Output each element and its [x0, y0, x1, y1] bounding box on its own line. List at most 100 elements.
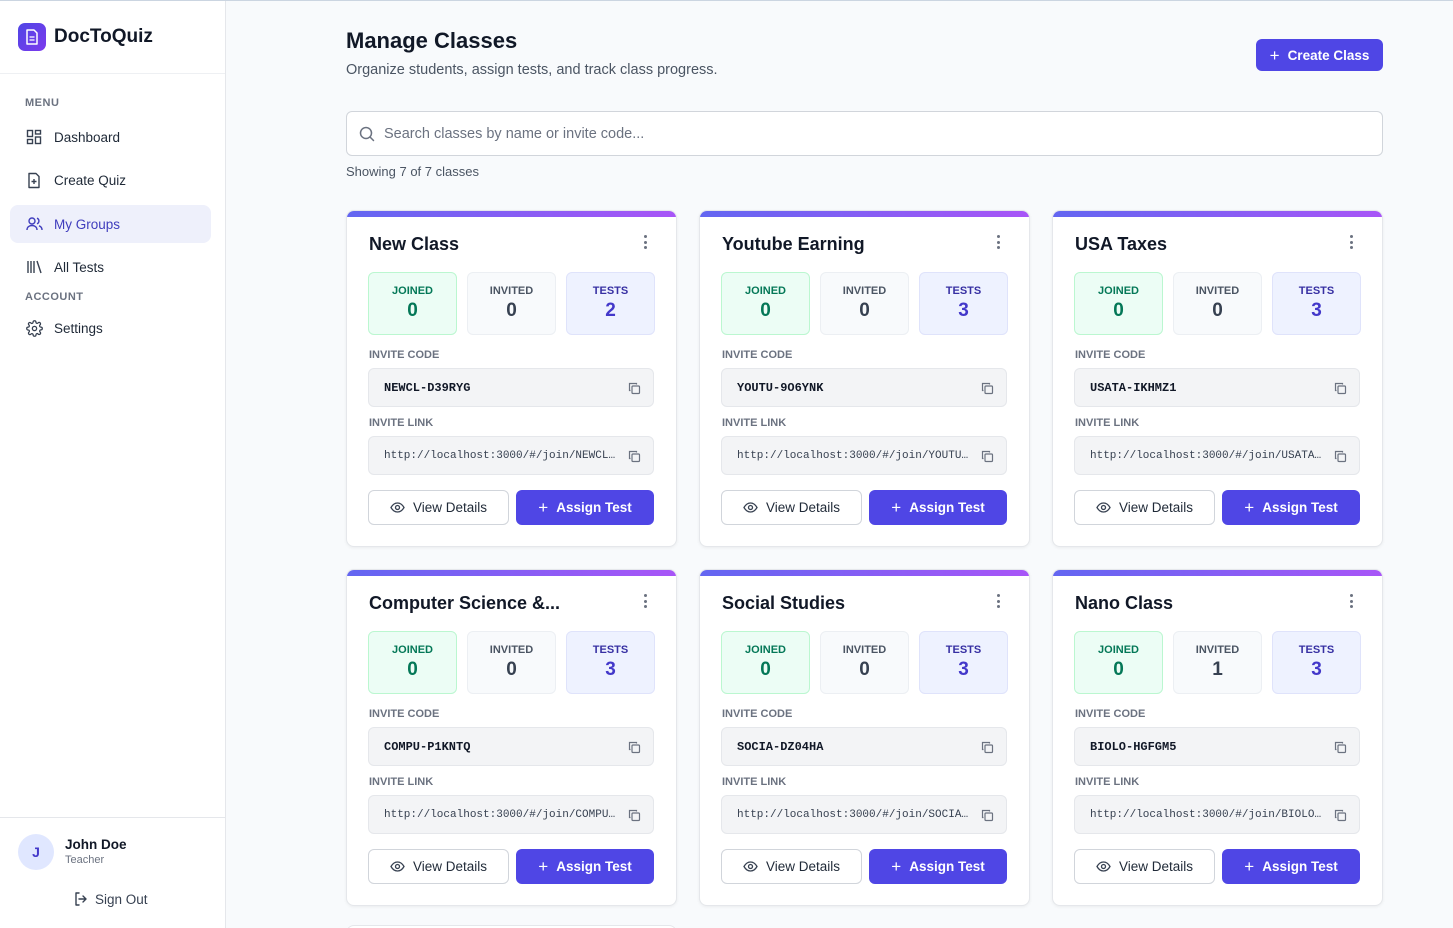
invite-code-field: NEWCL-D39RYG	[368, 368, 654, 407]
users-icon	[25, 215, 43, 233]
class-name: Computer Science &...	[369, 593, 561, 613]
tests-count: 2	[605, 300, 616, 321]
invite-code-value: NEWCL-D39RYG	[384, 380, 471, 395]
tests-count: 3	[605, 659, 616, 680]
joined-stat: JOINED 0	[721, 272, 810, 335]
joined-count: 0	[1113, 659, 1124, 680]
view-details-label: View Details	[1118, 859, 1194, 874]
assign-test-button[interactable]: + Assign Test	[516, 849, 654, 884]
invite-link-value: http://localhost:3000/#/join/SOCIA-DZ0…	[737, 808, 972, 821]
more-options-icon[interactable]	[992, 233, 1004, 251]
joined-count: 0	[760, 300, 771, 321]
tests-stat: TESTS 3	[1272, 272, 1361, 335]
tests-stat: TESTS 3	[919, 631, 1008, 694]
assign-test-button[interactable]: + Assign Test	[1222, 849, 1360, 884]
search-input[interactable]	[384, 125, 1284, 142]
view-details-button[interactable]: View Details	[721, 849, 862, 884]
sidebar-item-create-quiz[interactable]: Create Quiz	[10, 161, 211, 199]
assign-test-button[interactable]: + Assign Test	[869, 849, 1007, 884]
invite-code-value: YOUTU-9O6YNK	[737, 380, 824, 395]
avatar: J	[18, 834, 54, 870]
app-name: DocToQuiz	[54, 26, 153, 47]
doc-logo-icon	[18, 23, 46, 51]
copy-icon[interactable]	[978, 379, 996, 397]
create-class-button[interactable]: + Create Class	[1256, 39, 1383, 71]
invite-link-value: http://localhost:3000/#/join/COMPU-P1K…	[384, 808, 619, 821]
invited-stat: INVITED 0	[820, 272, 909, 335]
account-section-label: ACCOUNT	[25, 291, 84, 303]
tests-count: 3	[1311, 300, 1322, 321]
sign-out-button[interactable]: Sign Out	[73, 891, 148, 907]
copy-icon[interactable]	[1331, 806, 1349, 824]
sidebar-item-all-tests[interactable]: All Tests	[10, 248, 211, 286]
invite-code-value: BIOLO-HGFGM5	[1090, 739, 1177, 754]
sidebar-item-my-groups[interactable]: My Groups	[10, 205, 211, 243]
invited-label: INVITED	[842, 644, 887, 656]
invite-code-field: SOCIA-DZ04HA	[721, 727, 1007, 766]
copy-icon[interactable]	[625, 447, 643, 465]
invite-link-field: http://localhost:3000/#/join/BIOLO-HGF…	[1074, 795, 1360, 834]
copy-icon[interactable]	[1331, 738, 1349, 756]
invite-link-label: INVITE LINK	[369, 776, 434, 788]
assign-test-label: Assign Test	[1262, 500, 1338, 515]
invited-stat: INVITED 0	[467, 272, 556, 335]
sidebar-item-label: Settings	[54, 320, 103, 336]
more-options-icon[interactable]	[1345, 592, 1357, 610]
sidebar-item-settings[interactable]: Settings	[10, 309, 211, 347]
eye-icon	[1096, 502, 1111, 513]
invited-label: INVITED	[842, 285, 887, 297]
more-options-icon[interactable]	[639, 233, 651, 251]
invited-stat: INVITED 0	[820, 631, 909, 694]
plus-icon: +	[538, 857, 549, 876]
tests-label: TESTS	[592, 644, 629, 656]
view-details-label: View Details	[765, 859, 841, 874]
joined-count: 0	[407, 659, 418, 680]
more-options-icon[interactable]	[1345, 233, 1357, 251]
user-name: John Doe	[65, 837, 127, 852]
plus-icon: +	[538, 498, 549, 517]
invite-code-label: INVITE CODE	[369, 349, 440, 361]
copy-icon[interactable]	[978, 806, 996, 824]
copy-icon[interactable]	[978, 447, 996, 465]
more-options-icon[interactable]	[639, 592, 651, 610]
page-title: Manage Classes	[346, 28, 518, 53]
class-card: Youtube Earning JOINED 0 INVITED 0 TESTS…	[699, 210, 1030, 547]
view-details-button[interactable]: View Details	[721, 490, 862, 525]
tests-stat: TESTS 3	[1272, 631, 1361, 694]
invite-link-field: http://localhost:3000/#/join/NEWCL-D39…	[368, 436, 654, 475]
view-details-label: View Details	[412, 500, 488, 515]
invite-code-value: USATA-IKHMZ1	[1090, 380, 1177, 395]
card-accent-bar	[347, 570, 676, 576]
view-details-button[interactable]: View Details	[368, 490, 509, 525]
invite-code-label: INVITE CODE	[722, 708, 793, 720]
view-details-button[interactable]: View Details	[1074, 849, 1215, 884]
copy-icon[interactable]	[625, 738, 643, 756]
create-class-label: Create Class	[1287, 47, 1370, 63]
invited-count: 0	[1212, 300, 1223, 321]
assign-test-button[interactable]: + Assign Test	[1222, 490, 1360, 525]
more-options-icon[interactable]	[992, 592, 1004, 610]
copy-icon[interactable]	[625, 806, 643, 824]
joined-label: JOINED	[392, 644, 433, 656]
class-name: Youtube Earning	[722, 234, 865, 254]
assign-test-button[interactable]: + Assign Test	[516, 490, 654, 525]
tests-label: TESTS	[1298, 285, 1335, 297]
file-plus-icon	[25, 171, 43, 189]
view-details-button[interactable]: View Details	[1074, 490, 1215, 525]
brand: DocToQuiz	[0, 1, 225, 74]
class-name: Social Studies	[722, 593, 846, 613]
user-panel: J John Doe Teacher Sign Out	[0, 817, 225, 907]
copy-icon[interactable]	[1331, 379, 1349, 397]
invite-link-label: INVITE LINK	[722, 776, 787, 788]
assign-test-button[interactable]: + Assign Test	[869, 490, 1007, 525]
copy-icon[interactable]	[625, 379, 643, 397]
view-details-label: View Details	[765, 500, 841, 515]
copy-icon[interactable]	[978, 738, 996, 756]
sidebar-item-dashboard[interactable]: Dashboard	[10, 118, 211, 156]
tests-label: TESTS	[1298, 644, 1335, 656]
invite-link-label: INVITE LINK	[722, 417, 787, 429]
view-details-button[interactable]: View Details	[368, 849, 509, 884]
invited-count: 0	[506, 659, 517, 680]
invited-count: 0	[859, 300, 870, 321]
copy-icon[interactable]	[1331, 447, 1349, 465]
